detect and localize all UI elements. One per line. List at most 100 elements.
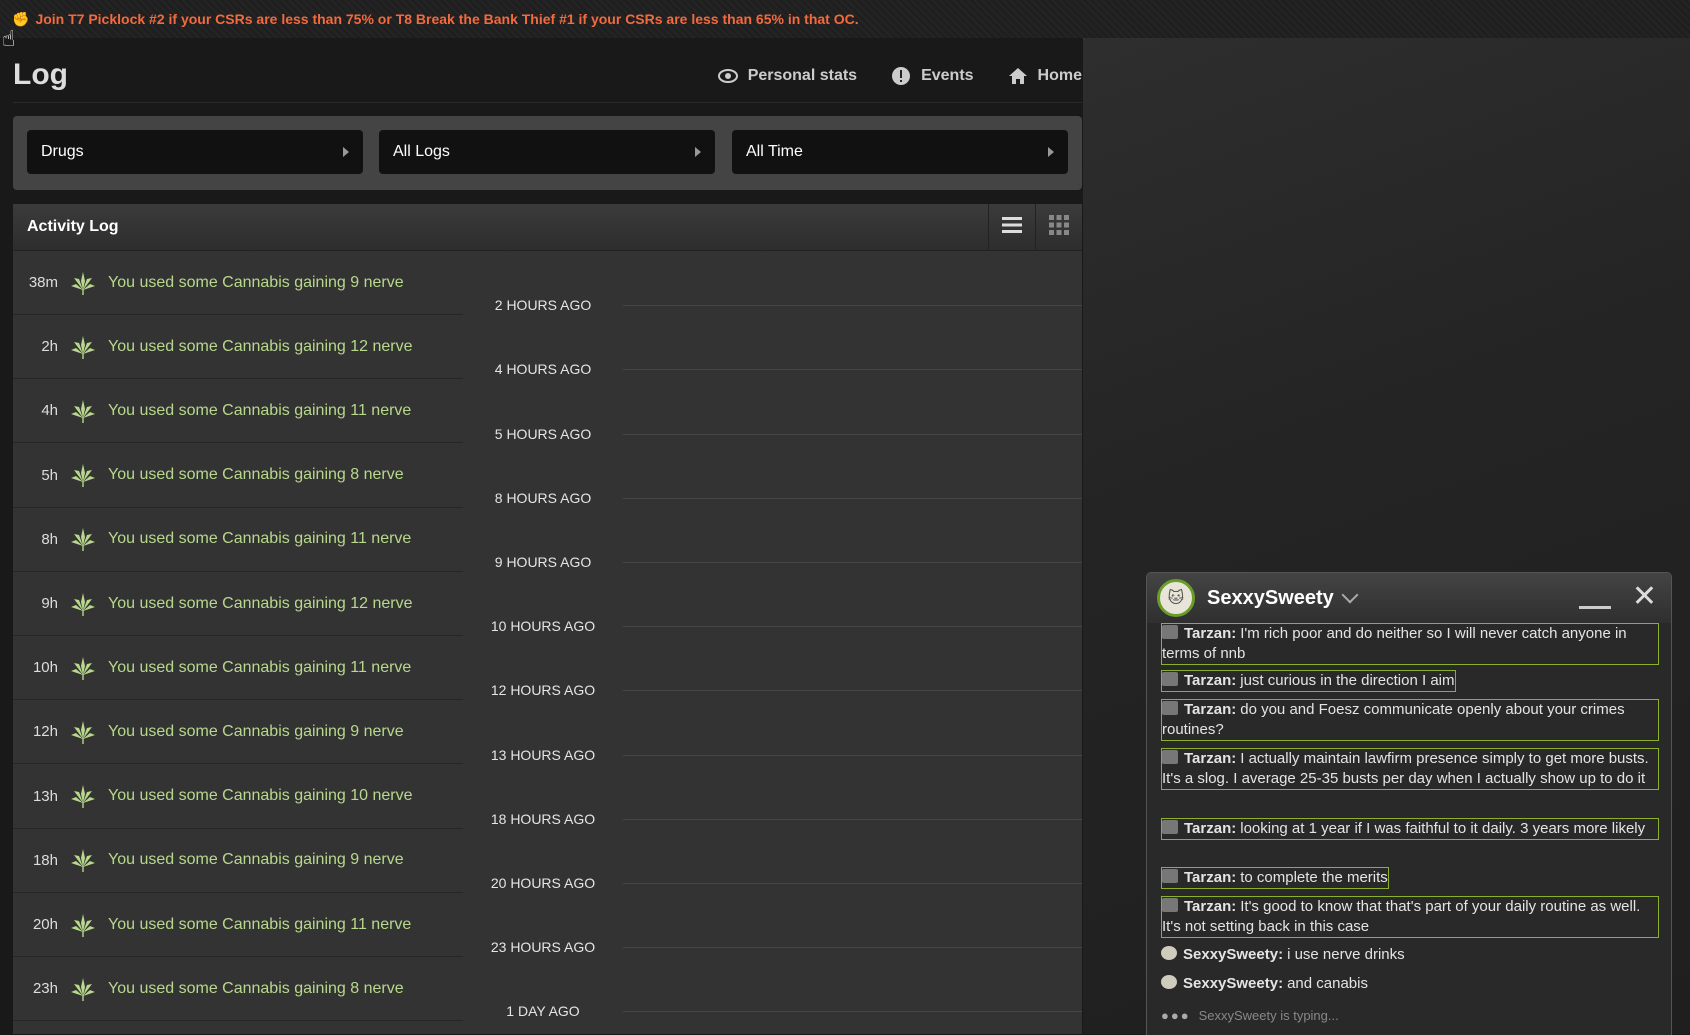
category-filter-value: Drugs xyxy=(41,143,84,160)
filter-bar: Drugs All Logs All Time xyxy=(13,116,1082,190)
time-separator-label: 9 HOURS AGO xyxy=(494,554,592,570)
time-separator-label: 23 HOURS AGO xyxy=(490,939,596,956)
avatar[interactable] xyxy=(1162,750,1178,764)
avatar[interactable] xyxy=(1162,701,1178,715)
log-entry-text[interactable]: You used some Cannabis gaining 11 nerve xyxy=(108,402,411,420)
avatar[interactable] xyxy=(1161,975,1177,989)
time-separator-line xyxy=(623,883,1082,884)
avatar[interactable]: 🐱 xyxy=(1157,579,1195,617)
time-separator: 20 HOURS AGO xyxy=(13,875,1082,891)
chat-message: Tarzan: I actually maintain lawfirm prese… xyxy=(1161,748,1659,790)
log-entry-text[interactable]: You used some Cannabis gaining 11 nerve xyxy=(108,659,411,677)
time-separator: 18 HOURS AGO xyxy=(13,811,1082,827)
grid-view-button[interactable] xyxy=(1035,204,1082,250)
log-entry-text[interactable]: You used some Cannabis gaining 9 nerve xyxy=(108,851,404,869)
log-entry-age: 5h xyxy=(41,466,58,484)
personal-stats-link[interactable]: Personal stats xyxy=(717,66,857,86)
chat-message: Tarzan: It's good to know that that's par… xyxy=(1161,896,1659,938)
cannabis-leaf-icon xyxy=(70,591,96,617)
chevron-down-icon[interactable] xyxy=(1341,586,1359,604)
avatar[interactable] xyxy=(1162,820,1178,834)
category-filter[interactable]: Drugs xyxy=(27,130,363,174)
activity-log-title: Activity Log xyxy=(27,218,119,235)
chat-sender[interactable]: SexxySweety: xyxy=(1183,975,1283,992)
time-separator: 1 DAY AGO xyxy=(13,1003,1082,1019)
list-view-button[interactable] xyxy=(988,204,1035,250)
avatar[interactable] xyxy=(1161,946,1177,960)
announcement-banner[interactable]: ✊ Join T7 Picklock #2 if your CSRs are l… xyxy=(0,0,1690,38)
time-separator-label: 1 DAY AGO xyxy=(506,1003,580,1020)
chat-text: looking at 1 year if I was faithful to i… xyxy=(1240,820,1646,837)
time-filter-value: All Time xyxy=(746,143,803,160)
events-label: Events xyxy=(921,67,974,84)
cannabis-leaf-icon xyxy=(70,783,96,809)
chat-sender[interactable]: SexxySweety: xyxy=(1183,946,1283,963)
time-separator: 10 HOURS AGO xyxy=(13,618,1082,634)
chat-sender[interactable]: Tarzan: xyxy=(1184,750,1236,767)
avatar[interactable] xyxy=(1162,625,1178,639)
time-separator: 8 HOURS AGO xyxy=(13,490,1082,506)
chat-text: to complete the merits xyxy=(1240,869,1388,886)
caret-right-icon xyxy=(1048,147,1054,157)
caret-right-icon xyxy=(343,147,349,157)
time-separator-label: 5 HOURS AGO xyxy=(494,425,592,442)
log-entry-text[interactable]: You used some Cannabis gaining 11 nerve xyxy=(108,530,411,548)
time-separator: 5 HOURS AGO xyxy=(13,426,1082,442)
fist-icon: ✊ xyxy=(12,10,30,27)
minimize-button[interactable] xyxy=(1579,606,1611,609)
cannabis-leaf-icon xyxy=(70,655,96,681)
time-separator-line xyxy=(623,947,1082,949)
log-entry-age: 12h xyxy=(32,723,58,741)
chat-sender[interactable]: Tarzan: xyxy=(1184,701,1236,718)
chat-message: SexxySweety: i use nerve drinks xyxy=(1161,945,1405,965)
log-entry-text[interactable]: You used some Cannabis gaining 12 nerve xyxy=(108,595,413,613)
home-link[interactable]: Home xyxy=(1008,66,1082,86)
chat-message: Tarzan: just curious in the direction I a… xyxy=(1161,670,1456,692)
cannabis-leaf-icon xyxy=(70,462,96,488)
time-separator-line xyxy=(623,1011,1082,1013)
time-separator: 2 HOURS AGO xyxy=(13,297,1082,313)
banner-text[interactable]: Join T7 Picklock #2 if your CSRs are les… xyxy=(35,11,858,27)
eye-icon xyxy=(717,66,738,86)
chat-sender[interactable]: Tarzan: xyxy=(1184,820,1236,837)
time-separator-line xyxy=(623,433,1082,435)
chat-username[interactable]: SexxySweety xyxy=(1207,587,1334,610)
time-filter[interactable]: All Time xyxy=(732,130,1068,174)
chat-sender[interactable]: Tarzan: xyxy=(1184,672,1236,689)
close-button[interactable]: ✕ xyxy=(1632,582,1657,612)
log-entry-text[interactable]: You used some Cannabis gaining 11 nerve xyxy=(108,916,411,934)
time-separator-line xyxy=(623,754,1082,756)
chat-sender[interactable]: Tarzan: xyxy=(1184,625,1236,642)
log-entry-text[interactable]: You used some Cannabis gaining 12 nerve xyxy=(108,338,413,356)
caret-right-icon xyxy=(695,147,701,157)
time-separator-line xyxy=(623,562,1082,563)
log-entry-age: 20h xyxy=(32,916,58,933)
avatar[interactable] xyxy=(1162,869,1178,883)
log-entry-text[interactable]: You used some Cannabis gaining 8 nerve xyxy=(108,980,404,998)
log-entry-text[interactable]: You used some Cannabis gaining 9 nerve xyxy=(108,723,404,741)
chat-sender[interactable]: Tarzan: xyxy=(1184,869,1236,886)
chat-header[interactable]: 🐱 SexxySweety ✕ xyxy=(1147,573,1671,623)
typing-indicator: ●●● SexxySweety is typing... xyxy=(1161,1008,1339,1023)
log-entry-text[interactable]: You used some Cannabis gaining 10 nerve xyxy=(108,787,413,805)
chat-sender[interactable]: Tarzan: xyxy=(1184,898,1236,915)
time-separator-line xyxy=(623,690,1082,692)
cannabis-leaf-icon xyxy=(70,270,96,296)
log-type-filter[interactable]: All Logs xyxy=(379,130,715,174)
events-link[interactable]: Events xyxy=(891,66,974,86)
cannabis-leaf-icon xyxy=(70,912,96,938)
log-entry-text[interactable]: You used some Cannabis gaining 9 nerve xyxy=(108,274,404,292)
avatar[interactable] xyxy=(1162,672,1178,686)
list-icon xyxy=(1002,216,1022,239)
time-separator: 13 HOURS AGO xyxy=(13,747,1082,763)
avatar[interactable] xyxy=(1162,898,1178,912)
log-entry-text[interactable]: You used some Cannabis gaining 8 nerve xyxy=(108,466,404,484)
time-separator-label: 13 HOURS AGO xyxy=(490,746,596,763)
chat-text: and canabis xyxy=(1287,975,1368,992)
chat-message: Tarzan: do you and Foesz communicate open… xyxy=(1161,699,1659,741)
time-separator-label: 18 HOURS AGO xyxy=(490,810,596,827)
log-entry-age: 18h xyxy=(32,851,58,869)
log-type-filter-value: All Logs xyxy=(393,143,450,160)
time-separator: 4 HOURS AGO xyxy=(13,361,1082,377)
time-separator-line xyxy=(623,626,1082,628)
